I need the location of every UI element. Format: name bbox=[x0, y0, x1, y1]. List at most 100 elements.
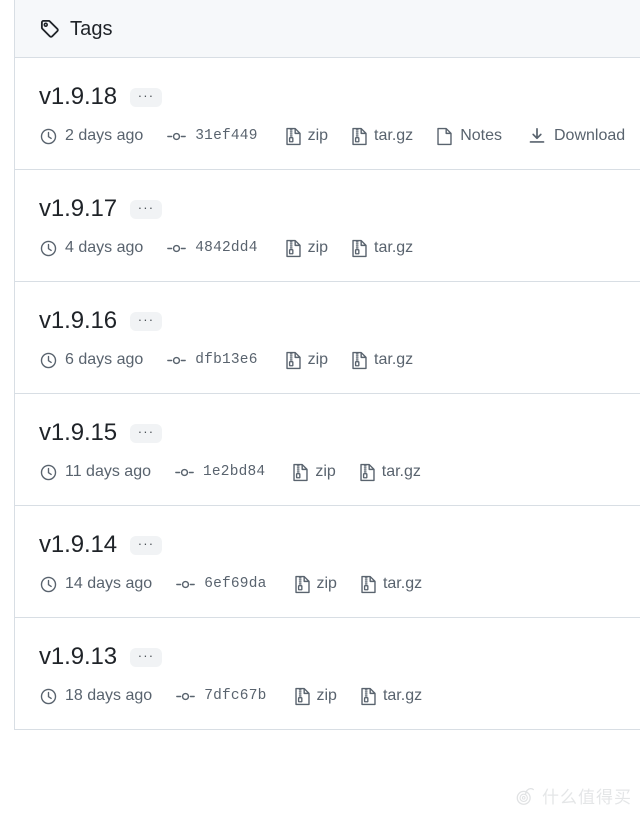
tag-options-button[interactable]: ··· bbox=[130, 199, 163, 219]
file-zip-icon bbox=[350, 351, 369, 370]
tag-zip-link[interactable]: zip bbox=[291, 461, 336, 483]
tag-title-line: v1.9.16 ··· bbox=[39, 308, 640, 334]
git-commit-icon bbox=[167, 127, 187, 146]
tag-commit[interactable]: 7dfc67b bbox=[176, 685, 266, 707]
tag-targz-link[interactable]: tar.gz bbox=[350, 125, 413, 147]
tag-commit[interactable]: 31ef449 bbox=[167, 125, 257, 147]
tag-zip-link[interactable]: zip bbox=[284, 237, 328, 259]
tag-targz-link[interactable]: tar.gz bbox=[358, 461, 421, 483]
tag-icon bbox=[39, 18, 61, 40]
table-row: v1.9.16 ··· 6 days ago dfb13e6 zip tar.g… bbox=[15, 282, 640, 394]
tags-page: Tags v1.9.18 ··· 2 days ago 31ef449 zip … bbox=[0, 0, 640, 814]
tag-name-link[interactable]: v1.9.13 bbox=[39, 644, 117, 670]
table-row: v1.9.14 ··· 14 days ago 6ef69da zip tar.… bbox=[15, 506, 640, 618]
tag-targz-label: tar.gz bbox=[381, 463, 421, 480]
file-zip-icon bbox=[284, 239, 303, 258]
tag-zip-link[interactable]: zip bbox=[284, 125, 328, 147]
tag-date: 2 days ago bbox=[39, 125, 143, 147]
tag-commit[interactable]: 1e2bd84 bbox=[175, 461, 265, 483]
tag-meta-line: 4 days ago 4842dd4 zip tar.gz bbox=[39, 237, 640, 259]
tag-name-link[interactable]: v1.9.18 bbox=[39, 84, 117, 110]
clock-icon bbox=[39, 351, 58, 370]
tag-options-button[interactable]: ··· bbox=[130, 535, 163, 555]
table-row: v1.9.18 ··· 2 days ago 31ef449 zip tar.g… bbox=[15, 58, 640, 170]
tag-targz-link[interactable]: tar.gz bbox=[359, 685, 422, 707]
tag-title-line: v1.9.13 ··· bbox=[39, 644, 640, 670]
tag-targz-label: tar.gz bbox=[382, 575, 423, 592]
tag-meta-line: 18 days ago 7dfc67b zip tar.gz bbox=[39, 685, 640, 707]
tag-download-link[interactable]: Download bbox=[528, 125, 625, 147]
file-zip-icon bbox=[284, 351, 303, 370]
file-zip-icon bbox=[350, 127, 369, 146]
tag-download-label: Download bbox=[553, 127, 626, 144]
page-title: Tags bbox=[70, 17, 113, 40]
tag-commit[interactable]: dfb13e6 bbox=[167, 349, 257, 371]
tag-name-link[interactable]: v1.9.17 bbox=[39, 196, 117, 222]
tag-zip-link[interactable]: zip bbox=[293, 685, 337, 707]
tag-commit-hash: dfb13e6 bbox=[195, 352, 258, 368]
clock-icon bbox=[39, 687, 58, 706]
file-zip-icon bbox=[284, 127, 303, 146]
tags-panel: Tags v1.9.18 ··· 2 days ago 31ef449 zip … bbox=[14, 0, 640, 730]
tag-targz-label: tar.gz bbox=[382, 687, 423, 704]
table-row: v1.9.17 ··· 4 days ago 4842dd4 zip tar.g… bbox=[15, 170, 640, 282]
tag-zip-label: zip bbox=[307, 127, 329, 144]
git-commit-icon bbox=[176, 687, 196, 706]
tag-commit-hash: 1e2bd84 bbox=[203, 464, 266, 480]
table-row: v1.9.15 ··· 11 days ago 1e2bd84 zip tar.… bbox=[15, 394, 640, 506]
file-icon bbox=[435, 127, 454, 146]
tag-date: 14 days ago bbox=[39, 573, 152, 595]
tag-title-line: v1.9.17 ··· bbox=[39, 196, 640, 222]
tag-commit[interactable]: 6ef69da bbox=[176, 573, 266, 595]
download-icon bbox=[528, 127, 547, 146]
tag-zip-link[interactable]: zip bbox=[284, 349, 328, 371]
tags-panel-header: Tags bbox=[15, 0, 640, 58]
tag-options-button[interactable]: ··· bbox=[130, 311, 163, 331]
tag-meta-line: 6 days ago dfb13e6 zip tar.gz bbox=[39, 349, 640, 371]
tag-date-label: 4 days ago bbox=[65, 239, 144, 256]
tag-targz-link[interactable]: tar.gz bbox=[350, 237, 413, 259]
tag-date-label: 6 days ago bbox=[65, 351, 144, 368]
tag-zip-label: zip bbox=[316, 575, 337, 592]
tag-commit-hash: 6ef69da bbox=[204, 576, 267, 592]
watermark-text: 什么值得买 bbox=[542, 788, 632, 808]
tag-date: 11 days ago bbox=[39, 461, 151, 483]
tag-targz-link[interactable]: tar.gz bbox=[350, 349, 413, 371]
tag-notes-label: Notes bbox=[460, 127, 502, 144]
tag-date: 18 days ago bbox=[39, 685, 152, 707]
tag-date: 4 days ago bbox=[39, 237, 143, 259]
watermark: 什么值得买 bbox=[515, 783, 632, 808]
file-zip-icon bbox=[291, 463, 310, 482]
git-commit-icon bbox=[175, 463, 194, 482]
tag-name-link[interactable]: v1.9.15 bbox=[39, 420, 117, 446]
clock-icon bbox=[39, 463, 58, 482]
file-zip-icon bbox=[350, 239, 369, 258]
tag-targz-link[interactable]: tar.gz bbox=[359, 573, 422, 595]
git-commit-icon bbox=[167, 351, 187, 370]
tag-commit-hash: 4842dd4 bbox=[195, 240, 258, 256]
tag-date-label: 18 days ago bbox=[65, 687, 153, 704]
tag-date-label: 11 days ago bbox=[65, 463, 151, 480]
file-zip-icon bbox=[293, 687, 312, 706]
file-zip-icon bbox=[293, 575, 312, 594]
clock-icon bbox=[39, 127, 58, 146]
file-zip-icon bbox=[359, 687, 378, 706]
file-zip-icon bbox=[359, 575, 378, 594]
tag-name-link[interactable]: v1.9.14 bbox=[39, 532, 117, 558]
tag-notes-link[interactable]: Notes bbox=[435, 125, 502, 147]
tag-targz-label: tar.gz bbox=[374, 127, 414, 144]
tag-zip-link[interactable]: zip bbox=[293, 573, 337, 595]
tag-zip-label: zip bbox=[307, 239, 329, 256]
tag-options-button[interactable]: ··· bbox=[130, 87, 163, 107]
smzdm-logo-icon bbox=[515, 785, 537, 807]
tag-title-line: v1.9.18 ··· bbox=[39, 84, 640, 110]
tag-commit[interactable]: 4842dd4 bbox=[167, 237, 257, 259]
tag-meta-line: 11 days ago 1e2bd84 zip tar.gz bbox=[39, 461, 640, 483]
tag-meta-line: 14 days ago 6ef69da zip tar.gz bbox=[39, 573, 640, 595]
tag-options-button[interactable]: ··· bbox=[130, 647, 163, 667]
clock-icon bbox=[39, 239, 58, 258]
tag-options-button[interactable]: ··· bbox=[130, 423, 163, 443]
tag-date-label: 14 days ago bbox=[65, 575, 153, 592]
tag-name-link[interactable]: v1.9.16 bbox=[39, 308, 117, 334]
tag-date-label: 2 days ago bbox=[65, 127, 144, 144]
